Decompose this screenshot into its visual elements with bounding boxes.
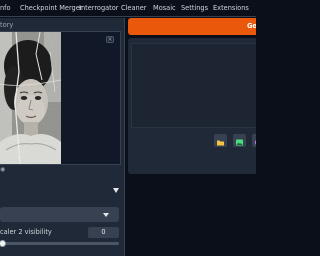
- tab-checkpoint-merger[interactable]: Checkpoint Merger: [20, 4, 83, 13]
- tab-mosaic[interactable]: Mosaic: [153, 4, 176, 13]
- palette-icon: [255, 140, 256, 145]
- tab-settings[interactable]: Settings: [181, 4, 208, 13]
- send-to-inpaint-button[interactable]: [252, 134, 256, 147]
- output-image-area[interactable]: [131, 43, 256, 128]
- caret-down-icon: [113, 188, 119, 193]
- edit-icon[interactable]: ◉: [0, 166, 5, 174]
- tab-cleaner[interactable]: Cleaner: [121, 4, 146, 13]
- send-to-img2img-button[interactable]: [233, 134, 246, 147]
- upscaler-2-select[interactable]: [0, 207, 119, 222]
- close-icon: ×: [107, 36, 113, 43]
- slider-thumb[interactable]: [0, 240, 6, 247]
- tab-extensions[interactable]: Extensions: [213, 4, 249, 13]
- tab-bar: nfo Checkpoint Merger Interrogator Clean…: [0, 0, 256, 17]
- upscaler-2-visibility-label: caler 2 visibility: [0, 228, 52, 236]
- generate-button[interactable]: Gen: [128, 18, 256, 35]
- subtab-history[interactable]: tory: [0, 21, 13, 30]
- open-folder-button[interactable]: [214, 134, 227, 147]
- tab-divider: [0, 16, 256, 17]
- image-icon: [236, 139, 243, 146]
- upscale-section-header[interactable]: [0, 185, 121, 197]
- app-root: nfo Checkpoint Merger Interrogator Clean…: [0, 0, 256, 256]
- source-photo: [0, 32, 61, 164]
- chevron-down-icon: [103, 213, 109, 217]
- upscaler-2-visibility-input[interactable]: 0: [88, 227, 119, 238]
- tab-interrogator[interactable]: Interrogator: [79, 4, 119, 13]
- upscaler-2-visibility-slider[interactable]: [0, 240, 119, 247]
- image-close-button[interactable]: ×: [106, 36, 114, 43]
- lower-right-area: [128, 175, 256, 256]
- folder-icon: [217, 140, 224, 146]
- tab-png-info[interactable]: nfo: [0, 4, 11, 13]
